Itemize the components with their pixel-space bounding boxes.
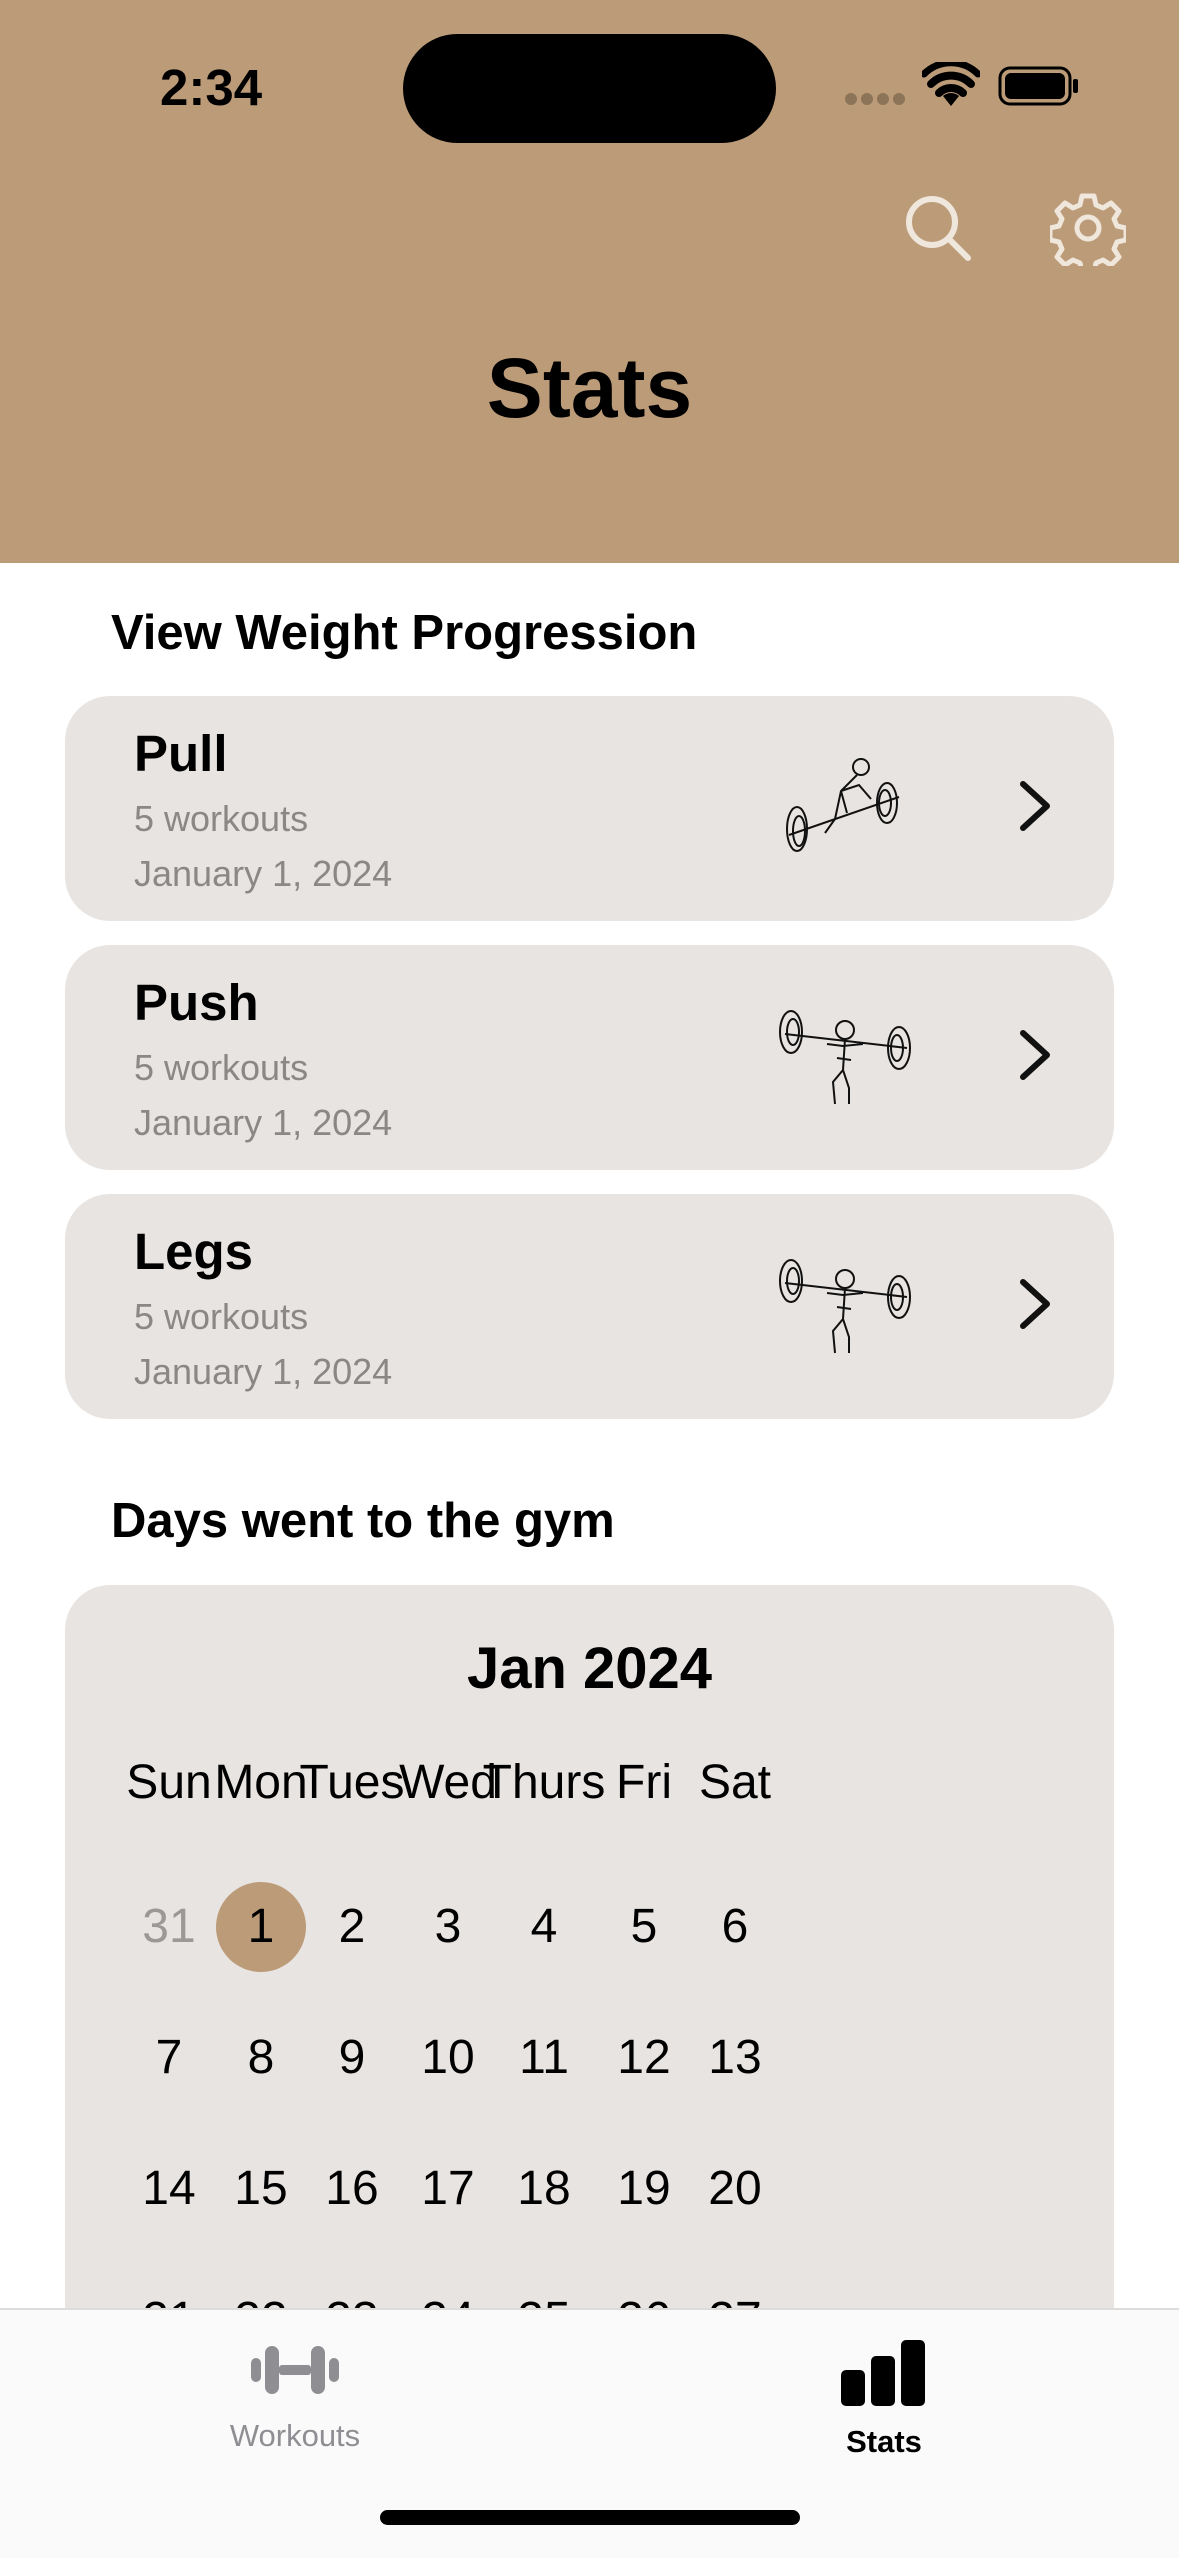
card-title: Legs — [134, 1223, 254, 1280]
card-workout-count: 5 workouts — [134, 1047, 309, 1088]
progression-card-pull[interactable]: Pull 5 workouts January 1, 2024 — [65, 696, 1114, 921]
section-title-progression: View Weight Progression — [111, 606, 698, 660]
card-date: January 1, 2024 — [134, 1102, 393, 1143]
bar-chart-icon — [841, 2340, 925, 2406]
gear-icon[interactable] — [1050, 190, 1126, 266]
section-title-gym-days: Days went to the gym — [111, 1494, 615, 1548]
wifi-icon — [922, 62, 980, 106]
chevron-right-icon — [1020, 1030, 1050, 1080]
battery-icon — [998, 66, 1078, 106]
cellular-signal-icon — [845, 93, 905, 107]
card-title: Push — [134, 974, 259, 1031]
tab-workouts[interactable]: Workouts — [165, 2340, 425, 2470]
calendar-day[interactable]: 1 — [193, 1882, 329, 1972]
dumbbell-icon — [251, 2346, 339, 2394]
card-date: January 1, 2024 — [134, 853, 393, 894]
search-icon[interactable] — [900, 190, 976, 266]
status-time: 2:34 — [160, 59, 263, 116]
card-date: January 1, 2024 — [134, 1351, 393, 1392]
tab-label: Workouts — [229, 2418, 361, 2453]
progression-card-legs[interactable]: Legs 5 workouts January 1, 2024 — [65, 1194, 1114, 1419]
card-workout-count: 5 workouts — [134, 1296, 309, 1337]
calendar-day[interactable]: 13 — [667, 2013, 803, 2103]
progression-card-push[interactable]: Push 5 workouts January 1, 2024 — [65, 945, 1114, 1170]
tab-label: Stats — [846, 2424, 922, 2459]
barbell-lift-figure-illustration — [779, 1010, 911, 1105]
chevron-right-icon — [1020, 781, 1050, 831]
header: 2:34 Stats — [0, 0, 1179, 563]
calendar-day[interactable]: 20 — [667, 2144, 803, 2234]
card-workout-count: 5 workouts — [134, 798, 309, 839]
page-title: Stats — [486, 341, 693, 435]
calendar-day[interactable]: 6 — [667, 1882, 803, 1972]
pull-figure-illustration — [786, 758, 900, 852]
home-indicator[interactable] — [380, 2510, 800, 2525]
weekday-label: Sat — [698, 1756, 772, 1809]
card-title: Pull — [134, 725, 228, 782]
dynamic-island — [403, 34, 776, 143]
chevron-right-icon — [1020, 1279, 1050, 1329]
barbell-lift-figure-illustration — [779, 1259, 911, 1354]
tab-stats[interactable]: Stats — [754, 2340, 1014, 2470]
